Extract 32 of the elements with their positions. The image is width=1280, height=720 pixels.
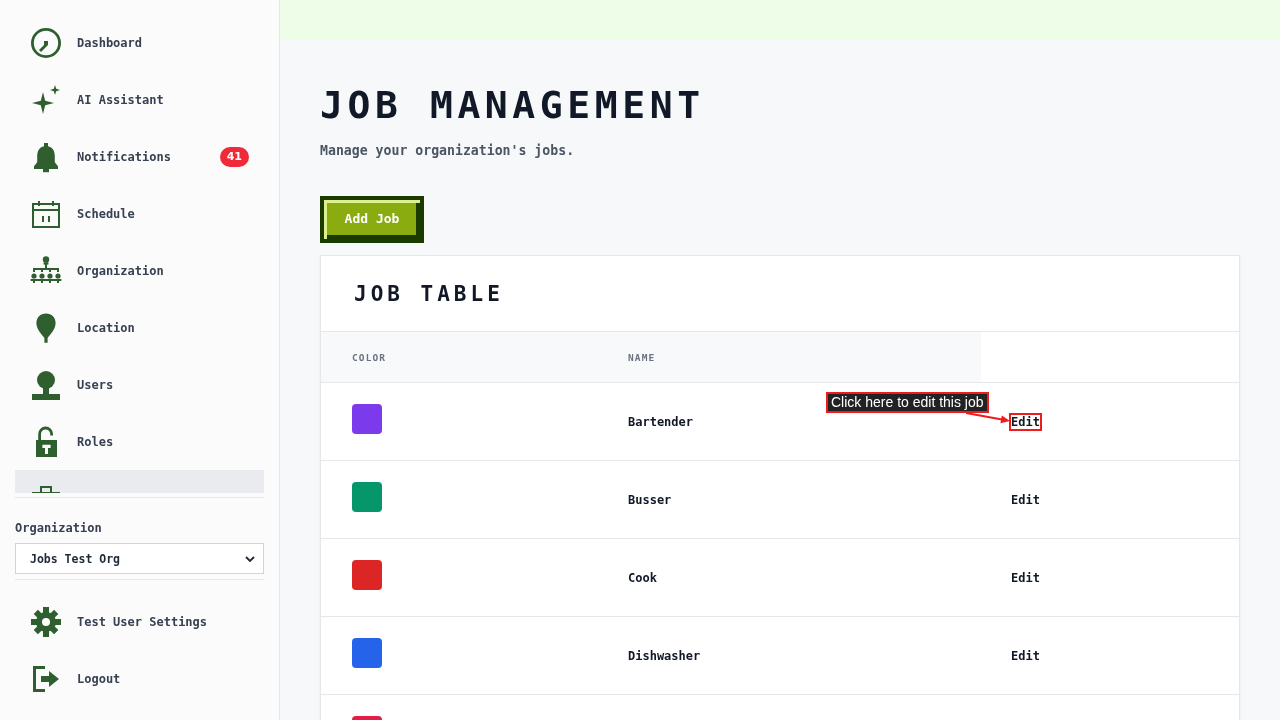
nav-item[interactable]: Dashboard (15, 14, 264, 71)
job-name: Dishwasher (628, 648, 701, 663)
settings-icon (30, 605, 62, 638)
edit-link[interactable]: Edit (1011, 648, 1040, 663)
job-name: Cook (628, 570, 657, 585)
organization-select[interactable]: Jobs Test Org (15, 543, 264, 574)
nav-item[interactable]: AI Assistant (15, 71, 264, 128)
nav-item[interactable]: Location (15, 299, 264, 356)
annotation-arrow (966, 410, 1011, 425)
edit-link[interactable]: Edit (1011, 492, 1040, 507)
job-name: Bartender (628, 414, 694, 429)
nav-item[interactable]: Logout (15, 650, 264, 707)
nav-item[interactable]: Notifications 41 (15, 128, 264, 185)
edit-link[interactable]: Edit (1011, 414, 1040, 429)
annotation-tooltip: Click here to edit this job (826, 392, 989, 413)
nav-item[interactable]: Users (15, 356, 264, 413)
edit-link[interactable]: Edit (1011, 570, 1040, 585)
notification-badge: 41 (219, 146, 249, 167)
page-title: JOB MANAGEMENT (320, 86, 705, 124)
nav-item[interactable]: Schedule (15, 185, 264, 242)
person-icon (30, 368, 62, 401)
nav-item[interactable]: Test User Settings (15, 593, 264, 650)
chevron-down-icon (245, 555, 255, 562)
organization-label: Organization (15, 521, 102, 536)
page-subtitle: Manage your organization's jobs. (320, 143, 575, 159)
job-name: Busser (628, 492, 672, 507)
column-header: COLOR (321, 332, 597, 382)
nav-item[interactable]: Roles (15, 413, 264, 470)
gauge-icon (30, 26, 62, 59)
nav-item[interactable]: Organization (15, 242, 264, 299)
card-title: JOB TABLE (354, 281, 504, 306)
column-header: NAME (597, 332, 981, 382)
